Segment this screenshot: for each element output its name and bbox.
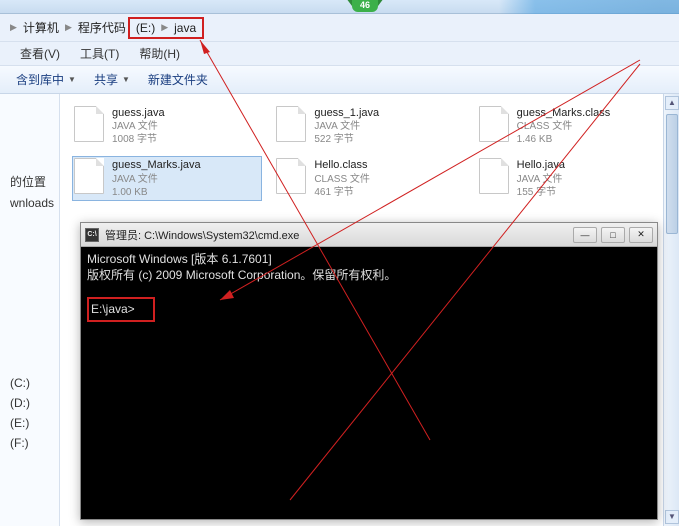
sidebar-item-drive-f[interactable]: (F:): [0, 433, 59, 453]
file-size: 1.00 KB: [112, 186, 201, 199]
sidebar: 的位置 wnloads (C:) (D:) (E:) (F:): [0, 94, 60, 526]
file-item[interactable]: guess.javaJAVA 文件1008 字节: [72, 104, 262, 148]
file-type: JAVA 文件: [517, 173, 565, 186]
file-size: 1008 字节: [112, 133, 165, 146]
file-icon: [74, 106, 104, 142]
file-type: JAVA 文件: [112, 120, 165, 133]
file-icon: [479, 158, 509, 194]
file-size: 1.46 KB: [517, 133, 611, 146]
cmd-window: C:\ 管理员: C:\Windows\System32\cmd.exe — □…: [80, 222, 658, 520]
toolbar-share[interactable]: 共享 ▼: [94, 71, 130, 88]
browser-tabs-bar: 46: [0, 0, 679, 14]
tabs-blur-region: [499, 0, 679, 14]
sidebar-item-downloads[interactable]: wnloads: [0, 193, 59, 213]
maximize-button[interactable]: □: [601, 227, 625, 243]
menu-tools[interactable]: 工具(T): [80, 45, 119, 62]
breadcrumb-item-drive-e[interactable]: (E:): [136, 21, 155, 35]
file-name: guess.java: [112, 106, 165, 120]
cmd-prompt: E:\java>: [91, 302, 135, 316]
toolbar-new-folder[interactable]: 新建文件夹: [148, 71, 208, 88]
sidebar-item-drive-c[interactable]: (C:): [0, 373, 59, 393]
scroll-up-icon[interactable]: ▲: [665, 96, 679, 110]
caret-down-icon: ▼: [122, 75, 130, 84]
sidebar-item-drive-d[interactable]: (D:): [0, 393, 59, 413]
file-name: guess_1.java: [314, 106, 379, 120]
chevron-right-icon: ▶: [10, 22, 17, 33]
cmd-title: 管理员: C:\Windows\System32\cmd.exe: [105, 227, 573, 243]
chevron-right-icon: ▶: [161, 22, 168, 33]
breadcrumb-highlight-box: (E:) ▶ java: [128, 17, 204, 39]
file-size: 155 字节: [517, 186, 565, 199]
file-name: guess_Marks.class: [517, 106, 611, 120]
menu-view[interactable]: 查看(V): [20, 45, 60, 62]
cmd-prompt-highlight: E:\java>: [87, 297, 155, 321]
sidebar-item-recent[interactable]: 的位置: [0, 170, 59, 193]
file-type: JAVA 文件: [112, 173, 201, 186]
cmd-line-version: Microsoft Windows [版本 6.1.7601]: [87, 251, 651, 267]
toolbar-share-label: 共享: [94, 71, 118, 88]
cmd-body[interactable]: Microsoft Windows [版本 6.1.7601] 版权所有 (c)…: [81, 247, 657, 326]
file-item[interactable]: guess_Marks.classCLASS 文件1.46 KB: [477, 104, 667, 148]
breadcrumb-item-computer[interactable]: 计算机: [23, 19, 59, 36]
file-type: CLASS 文件: [314, 173, 370, 186]
file-name: guess_Marks.java: [112, 158, 201, 172]
breadcrumb-item-java[interactable]: java: [174, 21, 196, 35]
sidebar-item-drive-e[interactable]: (E:): [0, 413, 59, 433]
menu-bar: 查看(V) 工具(T) 帮助(H): [0, 42, 679, 66]
cmd-line-copyright: 版权所有 (c) 2009 Microsoft Corporation。保留所有…: [87, 267, 651, 283]
close-button[interactable]: ✕: [629, 227, 653, 243]
file-icon: [479, 106, 509, 142]
cmd-titlebar[interactable]: C:\ 管理员: C:\Windows\System32\cmd.exe — □…: [81, 223, 657, 247]
scrollbar-vertical[interactable]: ▲ ▼: [663, 94, 679, 526]
minimize-button[interactable]: —: [573, 227, 597, 243]
breadcrumb: ▶ 计算机 ▶ 程序代码 (E:) ▶ java: [0, 14, 679, 42]
toolbar-newfolder-label: 新建文件夹: [148, 71, 208, 88]
chevron-right-icon: ▶: [65, 22, 72, 33]
file-item[interactable]: Hello.javaJAVA 文件155 字节: [477, 156, 667, 200]
file-name: Hello.java: [517, 158, 565, 172]
cmd-icon: C:\: [85, 228, 99, 242]
file-icon: [276, 158, 306, 194]
file-item[interactable]: Hello.classCLASS 文件461 字节: [274, 156, 464, 200]
caret-down-icon: ▼: [68, 75, 76, 84]
scroll-thumb[interactable]: [666, 114, 678, 234]
file-icon: [74, 158, 104, 194]
file-type: CLASS 文件: [517, 120, 611, 133]
toolbar-include-label: 含到库中: [16, 71, 64, 88]
scroll-down-icon[interactable]: ▼: [665, 510, 679, 524]
menu-help[interactable]: 帮助(H): [139, 45, 180, 62]
breadcrumb-item-code[interactable]: 程序代码: [78, 19, 126, 36]
notification-badge[interactable]: 46: [352, 0, 378, 12]
toolbar: 含到库中 ▼ 共享 ▼ 新建文件夹: [0, 66, 679, 94]
file-size: 461 字节: [314, 186, 370, 199]
file-item[interactable]: guess_1.javaJAVA 文件522 字节: [274, 104, 464, 148]
file-icon: [276, 106, 306, 142]
file-size: 522 字节: [314, 133, 379, 146]
toolbar-include-library[interactable]: 含到库中 ▼: [16, 71, 76, 88]
file-item[interactable]: guess_Marks.javaJAVA 文件1.00 KB: [72, 156, 262, 200]
file-type: JAVA 文件: [314, 120, 379, 133]
file-name: Hello.class: [314, 158, 370, 172]
